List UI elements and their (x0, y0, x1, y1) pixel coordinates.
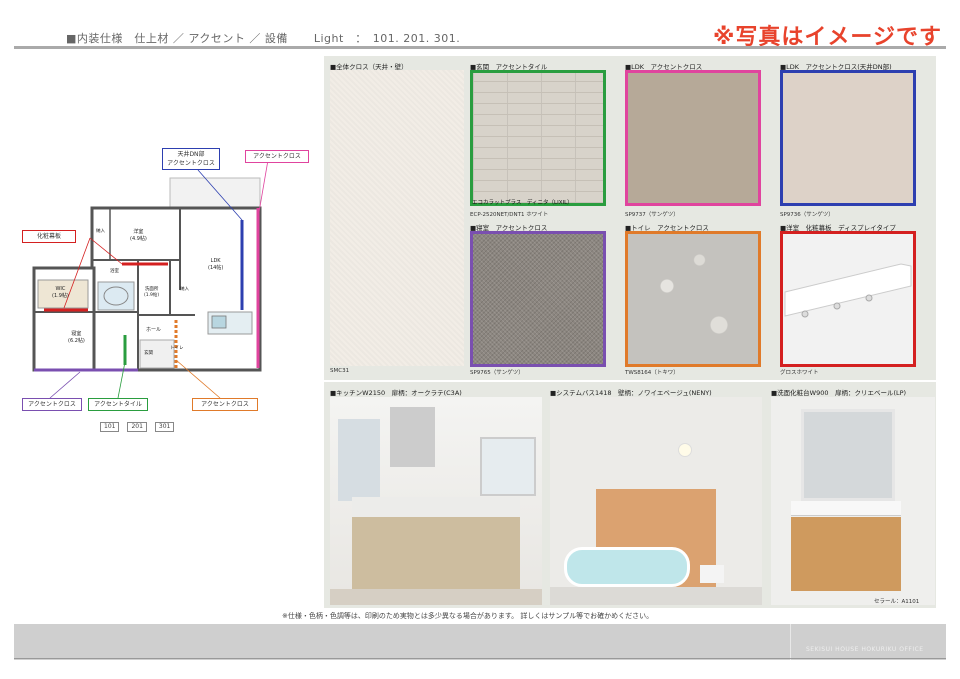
header-divider (14, 46, 946, 49)
callout-accent-cloth-top: アクセントクロス (245, 150, 309, 163)
callout-accent-tile: アクセントタイル (88, 398, 148, 411)
swatch-code-toilet: TWS8164（トキワ） (625, 370, 679, 376)
equipment-label-vanity: ■洗面化粧台W900 扉柄：クリエベール(LP) (771, 389, 907, 397)
floorplan: 天井DN部 アクセントクロス アクセントクロス 化粧幕板 アクセントクロス アク… (20, 140, 320, 440)
swatch-toilet-accent (625, 231, 761, 367)
swatch-ldk-ceiling (780, 70, 916, 206)
swatch-code-western: グロスホワイト (780, 370, 819, 376)
footer-bar (14, 624, 946, 660)
footer-divider (790, 624, 791, 660)
swatch-code-ldk: SP9737（サンゲツ） (625, 212, 679, 218)
unit-101: 101 (100, 422, 120, 432)
room-bedroom: 寝室 (6.2帖) (68, 331, 85, 344)
room-wic: WIC (1.9帖) (52, 286, 69, 299)
swatch-code-overall: SMC31 (330, 368, 350, 374)
light-label: Light ： 101. 201. 301. (313, 32, 461, 45)
bath-photo (550, 397, 762, 605)
callout-ceiling-dn: 天井DN部 アクセントクロス (162, 148, 220, 170)
room-ldk: LDK (14帖) (208, 258, 224, 271)
swatch-entrance-tile (470, 70, 606, 206)
office-name: SEKISUI HOUSE HOKURIKU OFFICE (806, 646, 924, 653)
swatch-caption-entrance: エコカラットプラス ディニタ（LIXIL） (472, 200, 573, 206)
room-toilet: トイレ (170, 346, 184, 351)
swatch-ldk-accent (625, 70, 761, 206)
room-western: 洋室 (4.9帖) (130, 229, 147, 242)
equipment-code-vanity: セラール：A1101 (874, 599, 920, 605)
footer-line (14, 658, 946, 659)
callout-accent-cloth-orange: アクセントクロス (192, 398, 258, 411)
swatch-bedroom-accent (470, 231, 606, 367)
kitchen-photo (330, 397, 542, 605)
vanity-photo (771, 397, 935, 605)
swatch-western-makeup-board (780, 231, 916, 367)
unit-201: 201 (127, 422, 147, 432)
equipment-label-kitchen: ■キッチンW2150 扉柄：オークラテ(C3A) (330, 389, 462, 397)
room-washroom: 洗面所 (1.9帖) (144, 287, 160, 298)
section-title: ■内装仕様 仕上材 ／ アクセント ／ 設備 (66, 32, 288, 45)
callout-accent-cloth-purple: アクセントクロス (22, 398, 82, 411)
swatch-code-entrance: ECP-2520NET/DNT1 ホワイト (470, 212, 549, 218)
swatch-code-ldk-ceiling: SP9736（サンゲツ） (780, 212, 834, 218)
room-bath: 浴室 (110, 269, 119, 274)
room-entrance: 玄関 (144, 351, 153, 356)
header-line: ■内装仕様 仕上材 ／ アクセント ／ 設備 Light ： 101. 201.… (66, 30, 482, 46)
room-hall: ホール (146, 327, 162, 333)
swatch-overall-cloth (330, 70, 464, 366)
swatch-code-bedroom: SP9765（サンゲツ） (470, 370, 524, 376)
display-rail-illustration (784, 263, 912, 318)
room-storage-2: 納入 (180, 287, 189, 292)
callout-makeup-board: 化粧幕板 (22, 230, 76, 243)
unit-301: 301 (154, 422, 175, 432)
unit-list: 101 201 301 (100, 422, 175, 432)
room-storage-1: 納入 (96, 229, 105, 234)
equipment-label-bath: ■システムバス1418 壁柄：ノワイエベージュ(NENY) (550, 389, 712, 397)
disclaimer: ※仕様・色柄・色調等は、印刷のため実物とは多少異なる場合があります。 詳しくはサ… (282, 612, 654, 620)
